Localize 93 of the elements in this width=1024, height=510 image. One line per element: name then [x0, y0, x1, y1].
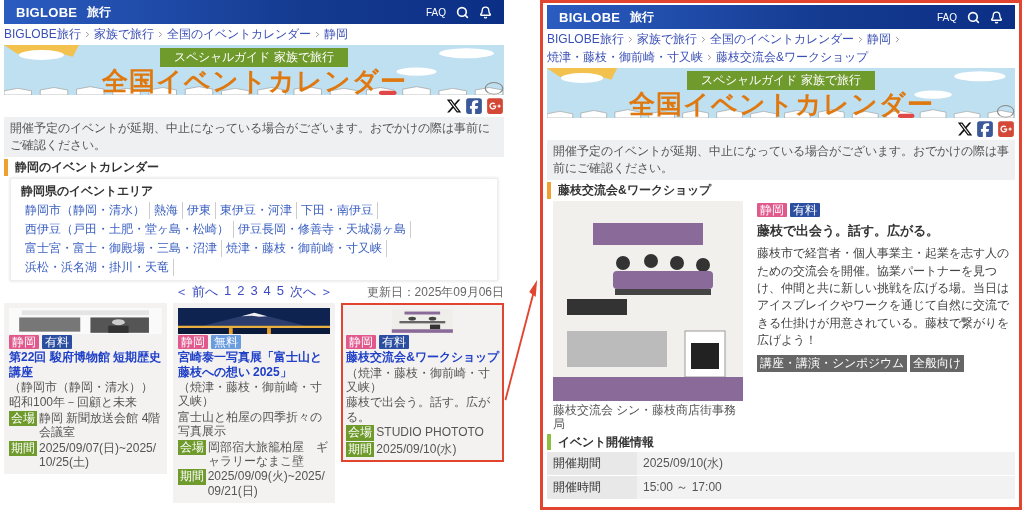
area-link[interactable]: 富士宮・富士・御殿場・三島・沼津	[21, 239, 222, 257]
area-link[interactable]: 浜松・浜名湖・掛川・天竜	[21, 258, 174, 276]
event-area: （焼津・藤枝・御前崎・寸又峡）	[346, 365, 499, 395]
event-summary: 富士山と柏屋の四季折々の写真展示	[177, 409, 323, 439]
x-share-icon[interactable]	[446, 98, 462, 114]
breadcrumb-link[interactable]: BIGLOBE旅行	[4, 26, 81, 43]
venue-text: STUDIO PHOTOTO	[376, 425, 484, 440]
faq-link[interactable]: FAQ	[426, 6, 446, 18]
area-link[interactable]: 静岡市（静岡・清水）	[21, 201, 150, 219]
breadcrumb-link[interactable]: 家族で旅行	[636, 31, 697, 48]
category-tag: 静岡	[346, 334, 377, 350]
event-subtitle: 藤枝で出会う。話す。広がる。	[757, 222, 940, 241]
banner-title: 全国イベントカレンダー	[628, 90, 934, 118]
event-title[interactable]: 宮崎泰一写真展「富士山と藤枝への想い 2025」	[177, 350, 331, 379]
facebook-share-icon[interactable]	[465, 97, 483, 115]
page-link[interactable]: 5	[276, 282, 285, 301]
image-caption: 藤枝交流会 シン・藤枝商店街事務局	[553, 402, 738, 432]
venue-label: 会場	[177, 439, 206, 456]
banner-subtitle: スペシャルガイド 家族で旅行	[160, 48, 348, 67]
x-share-icon[interactable]	[957, 121, 973, 137]
breadcrumb-link[interactable]: 静岡	[323, 26, 348, 43]
logo-subtitle: 旅行	[87, 3, 112, 21]
area-link[interactable]: 焼津・藤枝・御前崎・寸又峡	[222, 239, 387, 257]
category-tag: 静岡	[9, 334, 39, 350]
bell-icon[interactable]	[990, 10, 1003, 24]
event-description: 藤枝市で経営者・個人事業主・起業を志す人のための交流会を開催。協業パートナーを見つけ、仲間と共に新しい挑戦を広げる場。当日はアイスブレイクやワークを通じて自然に交流できる仕掛けが用意されている。藤枝で繋がりを広げよう！	[757, 245, 1009, 350]
category-tag: 講座・講演・シンポジウム	[757, 354, 907, 372]
info-value: 2025/09/10(水)	[637, 452, 1015, 476]
notice-text: 開催予定のイベントが延期、中止になっている場合がございます。おでかけの際は事前にご確認ください。	[547, 140, 1015, 180]
notice-text: 開催予定のイベントが延期、中止になっている場合がございます。おでかけの際は事前にご確認ください。	[4, 117, 504, 157]
period-label: 期間	[346, 441, 375, 458]
area-link[interactable]: 西伊豆（戸田・土肥・堂ヶ島・松崎）	[21, 220, 234, 238]
section-title: 静岡のイベントカレンダー	[4, 159, 504, 176]
next-page-link[interactable]: 次へ ＞	[290, 282, 333, 301]
category-tag: 有料	[42, 334, 72, 350]
breadcrumb-link[interactable]: 静岡	[866, 31, 891, 48]
site-logo[interactable]: BIGLOBE	[16, 4, 78, 20]
venue-label: 会場	[346, 425, 375, 441]
page-link[interactable]: 2	[237, 282, 245, 301]
breadcrumb-link[interactable]: 焼津・藤枝・御前崎・寸又峡	[547, 49, 703, 66]
banner-title: 全国イベントカレンダー	[101, 67, 407, 95]
event-title[interactable]: 第22回 駿府博物館 短期歴史講座	[9, 350, 162, 379]
google-plus-share-icon[interactable]	[486, 97, 504, 115]
event-area: （焼津・藤枝・御前崎・寸又峡）	[177, 379, 331, 409]
breadcrumb-link[interactable]: 全国のイベントカレンダー	[166, 26, 311, 43]
venue-label: 会場	[9, 410, 37, 427]
page-link[interactable]: 1	[223, 282, 232, 301]
google-plus-share-icon[interactable]	[997, 120, 1015, 138]
category-tag: 静岡	[757, 202, 787, 218]
event-card[interactable]: 静岡 有料 藤枝交流会&ワークショップ （焼津・藤枝・御前崎・寸又峡） 藤枝で出会う。話す。広がる。 会場 STUDIO PHOTOTO 期間 2025/09/10(水)	[341, 302, 504, 463]
period-text: 2025/09/10(水)	[376, 441, 457, 457]
info-label: 開催期間	[547, 452, 637, 476]
category-tag: 無料	[210, 334, 241, 350]
breadcrumb-link[interactable]: BIGLOBE旅行	[547, 31, 624, 48]
area-link[interactable]: 伊豆長岡・修善寺・天城湯ヶ島	[234, 220, 411, 238]
venue-text: 静岡 新聞放送会館 4階会議室	[39, 410, 162, 440]
banner-subtitle: スペシャルガイド 家族で旅行	[687, 71, 875, 90]
area-link[interactable]: 熱海	[150, 201, 183, 219]
search-icon[interactable]	[456, 5, 469, 19]
period-label: 期間	[9, 440, 37, 457]
breadcrumb-link[interactable]: 家族で旅行	[93, 26, 154, 43]
category-tag: 有料	[379, 334, 410, 350]
category-tag: 静岡	[177, 334, 208, 350]
facebook-share-icon[interactable]	[976, 120, 994, 138]
updated-date: 更新日：2025年09月06日	[366, 283, 504, 301]
info-label: 開催時間	[547, 476, 637, 500]
area-link[interactable]: 下田・南伊豆	[297, 201, 378, 219]
period-text: 2025/09/09(火)~2025/09/21(日)	[207, 469, 326, 499]
faq-link[interactable]: FAQ	[937, 11, 957, 23]
breadcrumb-link[interactable]: 藤枝交流会&ワークショップ	[716, 49, 868, 66]
event-card[interactable]: 静岡 無料 宮崎泰一写真展「富士山と藤枝への想い 2025」 （焼津・藤枝・御前崎・寸又峡） 富士山と柏屋の四季折々の写真展示 会場 岡部宿大旅籠柏屋 ギャラリーなまこ壁 期間 2025/09/09(火)~2025/09/21(日)	[172, 302, 336, 504]
area-link[interactable]: 伊東	[183, 201, 216, 219]
site-logo[interactable]: BIGLOBE	[559, 9, 621, 25]
event-summary: 昭和100年－回顧と未来	[9, 395, 139, 410]
logo-subtitle: 旅行	[630, 8, 655, 26]
area-title: 静岡県のイベントエリア	[21, 182, 154, 200]
period-text: 2025/09/07(日)~2025/10/25(土)	[39, 440, 158, 470]
prev-page-link[interactable]: ＜ 前へ	[175, 282, 218, 301]
venue-text: 岡部宿大旅籠柏屋 ギャラリーなまこ壁	[207, 439, 329, 469]
event-summary: 藤枝で出会う。話す。広がる。	[346, 395, 492, 425]
page-link[interactable]: 3	[250, 282, 258, 301]
bell-icon[interactable]	[479, 5, 492, 19]
page-link[interactable]: 4	[263, 282, 271, 301]
category-tag: 有料	[790, 202, 820, 218]
search-icon[interactable]	[967, 10, 980, 24]
event-card[interactable]: 静岡 有料 第22回 駿府博物館 短期歴史講座 （静岡市（静岡・清水）） 昭和100年－回顧と未来 会場 静岡 新聞放送会館 4階会議室 期間 2025/09/07(日)~2025/10/25(土)	[4, 302, 167, 475]
category-tag: 全般向け	[910, 354, 964, 372]
period-label: 期間	[177, 469, 206, 485]
info-value: 15:00 ～ 17:00	[637, 476, 1015, 500]
event-area: （静岡市（静岡・清水））	[9, 379, 162, 395]
area-link[interactable]: 東伊豆・河津	[216, 201, 297, 219]
breadcrumb-link[interactable]: 全国のイベントカレンダー	[709, 31, 854, 48]
event-title[interactable]: 藤枝交流会&ワークショップ	[346, 350, 499, 365]
